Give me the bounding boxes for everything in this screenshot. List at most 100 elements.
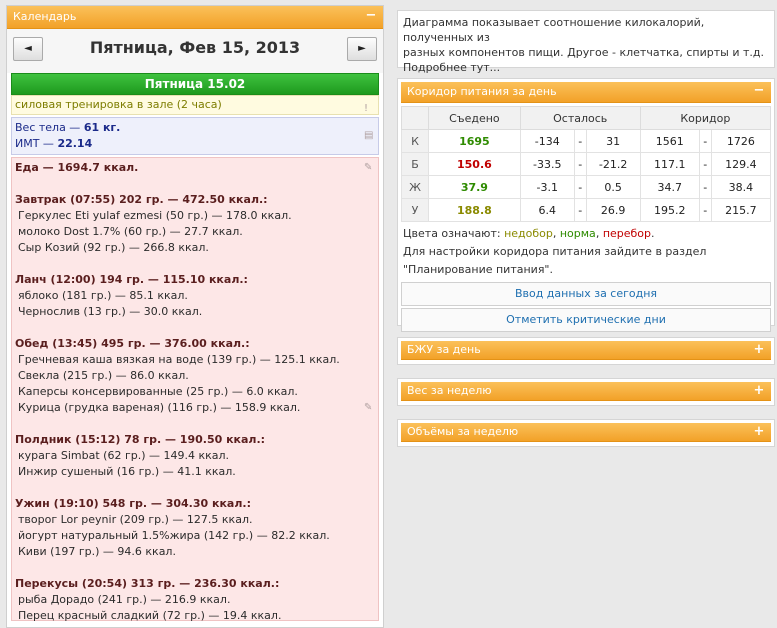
- bju-header[interactable]: БЖУ за день +: [401, 341, 771, 360]
- description-line-2: разных компонентов пищи. Другое - клетча…: [403, 46, 764, 59]
- weight-week-panel: Вес за неделю +: [397, 378, 775, 406]
- legend-prefix: Цвета означают:: [403, 227, 505, 240]
- bmi-line: ИМТ — 22.14: [15, 136, 375, 152]
- collapse-icon[interactable]: −: [753, 84, 765, 97]
- dash: -: [573, 152, 587, 176]
- calendar-header[interactable]: Календарь −: [7, 6, 383, 29]
- food-item[interactable]: Перец красный сладкий (72 гр.) — 19.4 кк…: [15, 608, 375, 624]
- legend-end: .: [651, 227, 655, 240]
- food-item[interactable]: Курица (грудка вареная) (116 гр.) — 158.…: [15, 400, 375, 416]
- expand-icon[interactable]: +: [753, 343, 765, 356]
- food-item[interactable]: Каперсы консервированные (25 гр.) — 6.0 …: [15, 384, 375, 400]
- note-icon[interactable]: ▤: [364, 128, 374, 141]
- meal-header: Завтрак (07:55) 202 гр. — 472.50 ккал.:: [15, 193, 268, 206]
- expand-icon[interactable]: +: [753, 425, 765, 438]
- color-legend: Цвета означают: недобор, норма, перебор.…: [403, 225, 769, 279]
- collapse-icon[interactable]: −: [365, 9, 377, 22]
- dash: -: [698, 198, 712, 222]
- dash: -: [573, 175, 587, 199]
- description-line-1: Диаграмма показывает соотношение килокал…: [403, 16, 705, 44]
- weight-label: Вес тела —: [15, 121, 84, 134]
- settings-note-2: "Планирование питания".: [403, 263, 553, 276]
- corridor-max: 1726: [710, 129, 772, 153]
- dash: -: [698, 175, 712, 199]
- row-label: К: [401, 129, 429, 153]
- exclamation-icon[interactable]: !: [364, 100, 374, 114]
- food-item[interactable]: курага Simbat (62 гр.) — 149.4 ккал.: [15, 448, 375, 464]
- weight-week-header[interactable]: Вес за неделю +: [401, 382, 771, 401]
- chart-description: Диаграмма показывает соотношение килокал…: [397, 10, 775, 74]
- legend-over: перебор: [602, 227, 652, 240]
- eaten-value: 1695: [428, 129, 521, 153]
- corridor-row: Б 150.6 -33.5- -21.2 117.1-129.4: [401, 152, 772, 176]
- corridor-header[interactable]: Коридор питания за день −: [401, 82, 771, 103]
- food-item[interactable]: Геркулес Eti yulaf ezmesi (50 гр.) — 178…: [15, 208, 375, 224]
- food-lines: Еда — 1694.7 ккал. Завтрак (07:55) 202 гр…: [15, 160, 375, 624]
- volumes-week-title: Объёмы за неделю: [407, 425, 519, 438]
- next-day-button[interactable]: ►: [347, 37, 377, 61]
- food-edit-icon-2[interactable]: ✎: [364, 402, 374, 413]
- food-item[interactable]: Чернослив (13 гр.) — 30.0 ккал.: [15, 304, 375, 320]
- enter-data-button[interactable]: Ввод данных за сегодня: [401, 282, 771, 306]
- volumes-week-header[interactable]: Объёмы за неделю +: [401, 423, 771, 442]
- corridor-panel: Коридор питания за день − Съедено Остало…: [397, 78, 775, 332]
- volumes-week-panel: Объёмы за неделю +: [397, 419, 775, 447]
- calendar-header-title: Календарь: [13, 10, 77, 23]
- expand-icon[interactable]: +: [753, 384, 765, 397]
- prev-day-button[interactable]: ◄: [13, 37, 43, 61]
- weight-line: Вес тела — 61 кг.: [15, 120, 375, 136]
- left-max: 0.5: [585, 175, 641, 199]
- food-item[interactable]: Инжир сушеный (16 гр.) — 41.1 ккал.: [15, 464, 375, 480]
- bmi-label: ИМТ —: [15, 137, 58, 150]
- corridor-title: Коридор питания за день: [407, 85, 557, 98]
- food-item[interactable]: йогурт натуральный 1.5%жира (142 гр.) — …: [15, 528, 375, 544]
- meal-header: Перекусы (20:54) 313 гр. — 236.30 ккал.:: [15, 577, 280, 590]
- corridor-min: 117.1: [639, 152, 700, 176]
- legend-sep: ,: [552, 227, 560, 240]
- corridor-min: 34.7: [639, 175, 700, 199]
- food-item[interactable]: молоко Dost 1.7% (60 гр.) — 27.7 ккал.: [15, 224, 375, 240]
- date-title: Пятница, Фев 15, 2013: [89, 38, 301, 57]
- food-edit-icon[interactable]: ✎: [364, 162, 374, 173]
- legend-sep: ,: [595, 227, 603, 240]
- row-label: У: [401, 198, 429, 222]
- left-min: -134: [519, 129, 575, 153]
- food-item[interactable]: яблоко (181 гр.) — 85.1 ккал.: [15, 288, 375, 304]
- corridor-row: Ж 37.9 -3.1-0.5 34.7-38.4: [401, 175, 772, 199]
- critical-days-button[interactable]: Отметить критические дни: [401, 308, 771, 332]
- calendar-panel: Календарь − ◄ Пятница, Фев 15, 2013 ► Пя…: [6, 5, 384, 628]
- training-text: силовая тренировка в зале (2 часа): [15, 98, 222, 111]
- food-item[interactable]: рыба Дорадо (241 гр.) — 216.9 ккал.: [15, 592, 375, 608]
- settings-note: Для настройки коридора питания зайдите в…: [403, 245, 707, 258]
- corridor-min: 1561: [639, 129, 700, 153]
- left-max: 26.9: [585, 198, 641, 222]
- food-item[interactable]: Свекла (215 гр.) — 86.0 ккал.: [15, 368, 375, 384]
- dash: -: [698, 129, 712, 153]
- eaten-value: 188.8: [428, 198, 521, 222]
- food-item[interactable]: творог Lor peynir (209 гр.) — 127.5 ккал…: [15, 512, 375, 528]
- more-link[interactable]: Подробнее тут...: [403, 61, 500, 74]
- food-item[interactable]: Гречневая каша вязкая на воде (139 гр.) …: [15, 352, 375, 368]
- corridor-max: 38.4: [710, 175, 772, 199]
- left-min: -3.1: [519, 175, 575, 199]
- eaten-value: 150.6: [428, 152, 521, 176]
- food-item[interactable]: Сыр Козий (92 гр.) — 266.8 ккал.: [15, 240, 375, 256]
- left-max: -21.2: [585, 152, 641, 176]
- weight-week-title: Вес за неделю: [407, 384, 492, 397]
- day-header[interactable]: Пятница 15.02: [11, 73, 379, 95]
- date-nav: ◄ Пятница, Фев 15, 2013 ►: [7, 29, 383, 73]
- bju-panel: БЖУ за день +: [397, 337, 775, 365]
- corner-cell: [401, 106, 429, 130]
- meal-header: Еда — 1694.7 ккал.: [15, 161, 139, 174]
- weight-entry[interactable]: Вес тела — 61 кг. ИМТ — 22.14 ▤: [11, 117, 379, 155]
- food-item[interactable]: Киви (197 гр.) — 94.6 ккал.: [15, 544, 375, 560]
- corridor-row: К 1695 -134-31 1561-1726: [401, 129, 772, 153]
- col-eaten: Съедено: [428, 106, 521, 130]
- meal-header: Ужин (19:10) 548 гр. — 304.30 ккал.:: [15, 497, 251, 510]
- left-min: 6.4: [519, 198, 575, 222]
- training-entry[interactable]: силовая тренировка в зале (2 часа) !: [11, 95, 379, 115]
